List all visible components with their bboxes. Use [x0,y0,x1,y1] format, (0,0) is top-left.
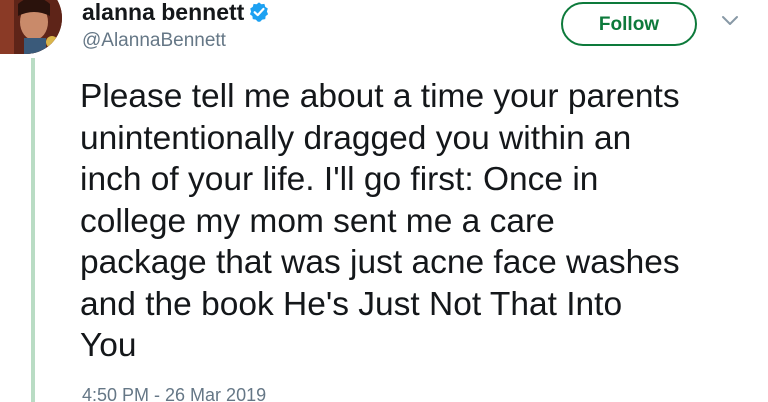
timestamp[interactable]: 4:50 PM - 26 Mar 2019 [82,384,266,402]
thread-line [31,58,35,402]
chevron-down-icon[interactable] [720,14,740,28]
handle[interactable]: @AlannaBennett [82,30,226,52]
tweet-card: alanna bennett @AlannaBennett Follow Ple… [0,0,768,402]
follow-button[interactable]: Follow [561,2,697,46]
verified-badge-icon [249,2,269,22]
avatar[interactable] [0,0,62,54]
display-name[interactable]: alanna bennett [82,0,244,24]
tweet-text: Please tell me about a time your parents… [80,78,680,364]
